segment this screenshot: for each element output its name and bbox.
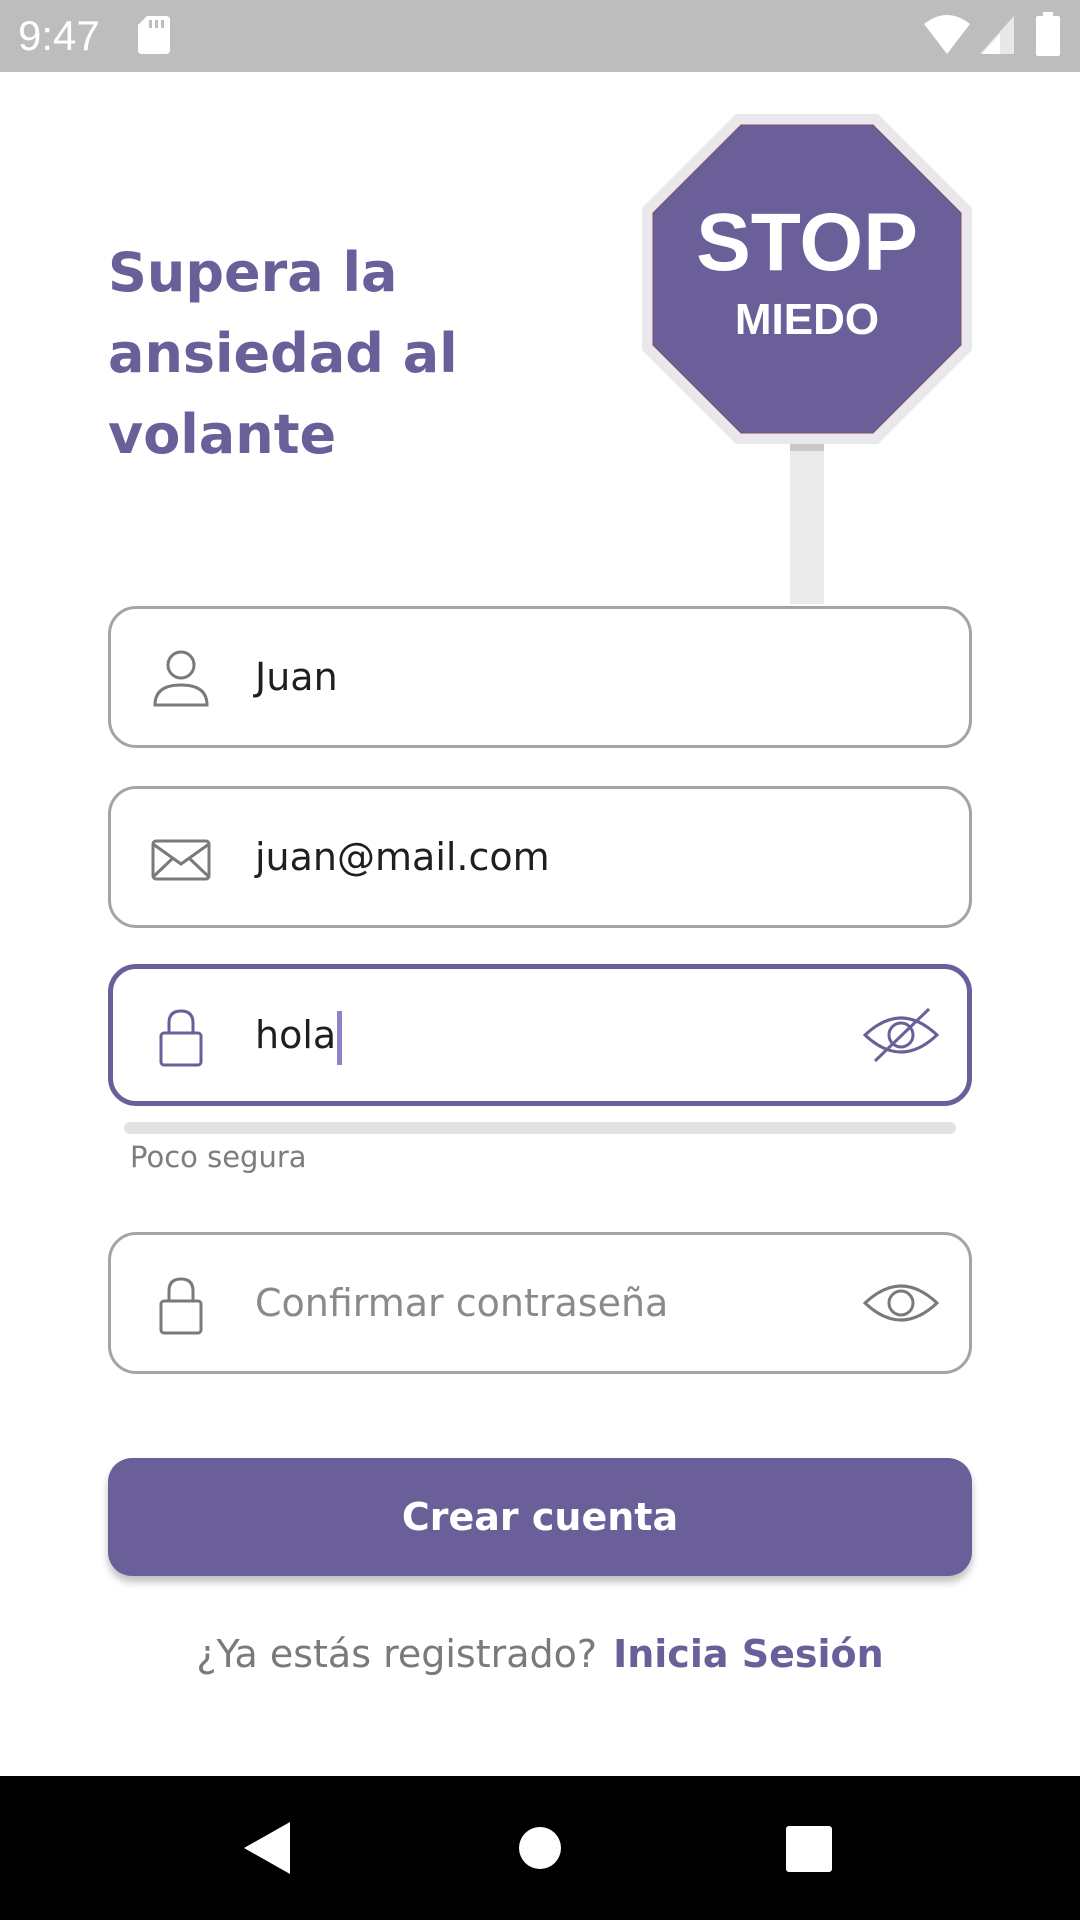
create-account-button[interactable]: Crear cuenta <box>108 1458 972 1576</box>
password-field[interactable]: hola <box>108 964 972 1106</box>
sign-text-sub: MIEDO <box>735 295 879 344</box>
eye-icon[interactable] <box>863 1273 939 1333</box>
password-strength-label: Poco segura <box>130 1140 307 1174</box>
login-row: ¿Ya estás registrado? Inicia Sesión <box>0 1626 1080 1682</box>
wifi-icon <box>924 15 970 54</box>
user-icon <box>153 650 209 707</box>
status-time: 9:47 <box>18 12 100 59</box>
password-strength-bar <box>124 1122 956 1134</box>
sign-text-main: STOP <box>696 197 918 288</box>
home-icon[interactable] <box>518 1826 562 1870</box>
battery-icon <box>1036 12 1060 56</box>
status-bar: 9:47 <box>0 0 1080 72</box>
headline: Supera la ansiedad al volante <box>108 241 458 466</box>
confirm-password-field[interactable]: Confirmar contraseña <box>108 1232 972 1374</box>
email-value: juan@mail.com <box>255 835 550 879</box>
text-caret <box>337 1010 343 1065</box>
login-link[interactable]: Inicia Sesión <box>613 1626 884 1682</box>
sd-card-icon <box>138 16 170 54</box>
lock-icon <box>159 1277 203 1335</box>
stop-sign-illustration: STOP MIEDO <box>642 114 972 604</box>
name-field[interactable]: Juan <box>108 606 972 748</box>
recents-icon[interactable] <box>786 1826 832 1872</box>
eye-slash-icon[interactable] <box>863 1005 939 1065</box>
signal-icon <box>980 16 1014 54</box>
login-prompt: ¿Ya estás registrado? <box>196 1632 598 1676</box>
sign-pole <box>790 437 824 604</box>
envelope-icon <box>151 839 211 881</box>
lock-icon <box>159 1009 203 1067</box>
password-value: hola <box>255 969 343 1101</box>
back-icon[interactable] <box>244 1822 292 1874</box>
navigation-bar <box>0 1776 1080 1920</box>
confirm-password-placeholder: Confirmar contraseña <box>255 1281 669 1325</box>
name-value: Juan <box>255 655 338 699</box>
email-field[interactable]: juan@mail.com <box>108 786 972 928</box>
